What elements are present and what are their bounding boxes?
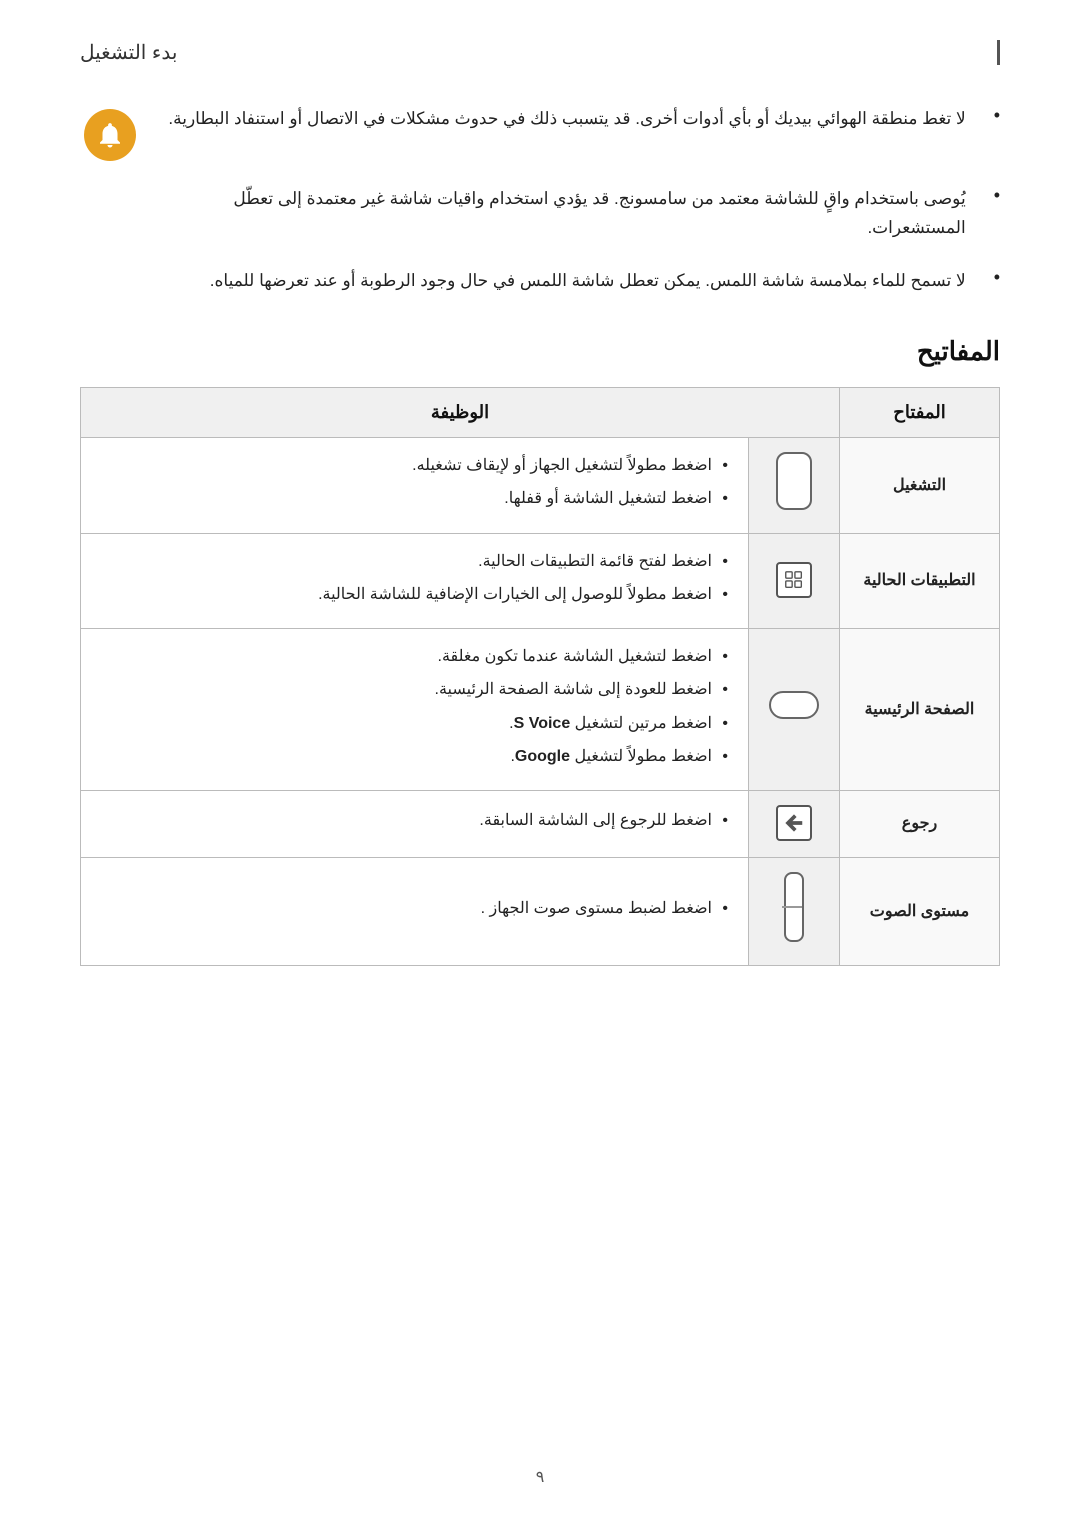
home-key-shape: [769, 691, 819, 719]
keys-table: المفتاح الوظيفة التشغيل اضغط مطولاً لتشغ…: [80, 387, 1000, 967]
bullet-dot-1: •: [994, 105, 1000, 126]
volume-key-shape: [784, 872, 804, 942]
bullet-item-2: • يُوصى باستخدام واقٍ للشاشة معتمد من سا…: [80, 185, 1000, 243]
table-row-back: رجوع اضغط للرجوع إلى الشاشة السابقة.: [81, 790, 1000, 857]
recents-key-shape: [776, 562, 812, 598]
bullet-dot-3: •: [994, 267, 1000, 288]
volume-key-body: [784, 872, 804, 942]
recents-icon-svg: [783, 569, 805, 591]
page-container: بدء التشغيل • لا تغط منطقة الهوائي بيديك…: [0, 0, 1080, 1527]
key-name-recents: التطبيقات الحالية: [840, 533, 1000, 628]
page-number: ٩: [536, 1467, 545, 1487]
back-key-shape: [776, 805, 812, 841]
list-item: اضغط لفتح قائمة التطبيقات الحالية.: [101, 548, 728, 575]
key-icon-volume: [749, 858, 840, 966]
table-row-recents: التطبيقات الحالية اضغط لفتح قائمة التطبي…: [81, 533, 1000, 628]
key-icon-power: [749, 437, 840, 533]
list-item: اضغط لتشغيل الشاشة عندما تكون مغلقة.: [101, 643, 728, 670]
key-functions-power: اضغط مطولاً لتشغيل الجهاز أو لإيقاف تشغي…: [81, 437, 749, 533]
key-name-volume: مستوى الصوت: [840, 858, 1000, 966]
key-functions-recents: اضغط لفتح قائمة التطبيقات الحالية. اضغط …: [81, 533, 749, 628]
col-header-function: الوظيفة: [81, 387, 840, 437]
key-icon-recents: [749, 533, 840, 628]
keys-section-title: المفاتيح: [80, 336, 1000, 367]
volume-key-notch: [782, 906, 802, 908]
table-row-volume: مستوى الصوت اضغط لضبط مستوى صوت الجهاز .: [81, 858, 1000, 966]
notification-icon: [84, 109, 136, 161]
list-item: اضغط مطولاً للوصول إلى الخيارات الإضافية…: [101, 581, 728, 608]
list-item: اضغط مطولاً لتشغيل الجهاز أو لإيقاف تشغي…: [101, 452, 728, 479]
key-functions-back: اضغط للرجوع إلى الشاشة السابقة.: [81, 790, 749, 857]
svoice-label: S Voice: [514, 715, 571, 732]
list-item: اضغط مرتين لتشغيل S Voice.: [101, 710, 728, 737]
list-item: اضغط للعودة إلى شاشة الصفحة الرئيسية.: [101, 676, 728, 703]
page-title: بدء التشغيل: [80, 40, 177, 65]
back-arrow-icon: [783, 812, 805, 834]
key-functions-volume: اضغط لضبط مستوى صوت الجهاز .: [81, 858, 749, 966]
table-row-power: التشغيل اضغط مطولاً لتشغيل الجهاز أو لإي…: [81, 437, 1000, 533]
google-label: Google: [515, 748, 570, 765]
list-item: اضغط لضبط مستوى صوت الجهاز .: [101, 895, 728, 922]
key-icon-back: [749, 790, 840, 857]
header-bar: بدء التشغيل: [80, 40, 1000, 65]
col-header-key: المفتاح: [840, 387, 1000, 437]
power-key-shape: [776, 452, 812, 510]
list-item: اضغط لتشغيل الشاشة أو قفلها.: [101, 485, 728, 512]
key-functions-home: اضغط لتشغيل الشاشة عندما تكون مغلقة. اضغ…: [81, 629, 749, 791]
bullet-dot-2: •: [994, 185, 1000, 206]
bell-icon: [95, 120, 125, 150]
bullet-section: • لا تغط منطقة الهوائي بيديك أو بأي أدوا…: [80, 105, 1000, 296]
key-name-power: التشغيل: [840, 437, 1000, 533]
list-item: اضغط مطولاً لتشغيل Google.: [101, 743, 728, 770]
list-item: اضغط للرجوع إلى الشاشة السابقة.: [101, 807, 728, 834]
bullet-text-2: يُوصى باستخدام واقٍ للشاشة معتمد من سامس…: [160, 185, 966, 243]
key-name-back: رجوع: [840, 790, 1000, 857]
bullet-item-3: • لا تسمح للماء بملامسة شاشة اللمس. يمكن…: [80, 267, 1000, 296]
bullet-text-3: لا تسمح للماء بملامسة شاشة اللمس. يمكن ت…: [160, 267, 966, 296]
key-name-home: الصفحة الرئيسية: [840, 629, 1000, 791]
table-row-home: الصفحة الرئيسية اضغط لتشغيل الشاشة عندما…: [81, 629, 1000, 791]
key-icon-home: [749, 629, 840, 791]
bullet-text-1: لا تغط منطقة الهوائي بيديك أو بأي أدوات …: [160, 105, 966, 134]
bullet-icon-area-1: [80, 105, 140, 161]
bullet-item-1: • لا تغط منطقة الهوائي بيديك أو بأي أدوا…: [80, 105, 1000, 161]
